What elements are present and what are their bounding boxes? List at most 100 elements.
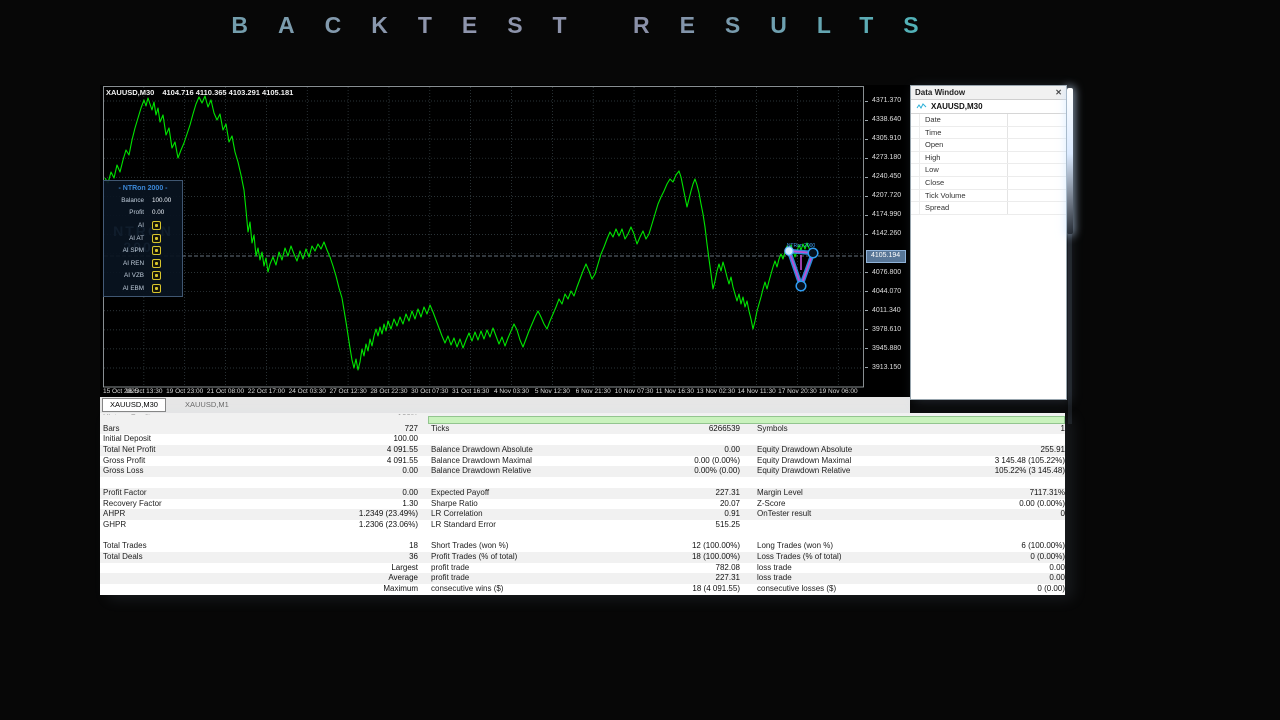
report-label [754,531,982,542]
data-window-field-label: Time [925,127,941,139]
report-value: 0.00 [338,466,418,477]
chart-tab-strip: XAUUSD,M30 XAUUSD,M1 [100,397,910,413]
report-label [428,413,658,415]
report-value: 105.22% (3 145.48) [982,466,1065,477]
close-icon[interactable]: ✕ [1055,88,1062,98]
tab-xauusd-m1[interactable]: XAUUSD,M1 [178,399,236,411]
report-value: 1 [982,424,1065,435]
data-window-field-row: Tick Volume [911,190,1066,203]
data-window-symbol-row: XAUUSD,M30 [911,100,1066,114]
data-window-title: Data Window [915,88,965,97]
report-row: Gross Loss0.00Balance Drawdown Relative0… [100,466,1065,477]
report-value: 0.00 (0.00%) [658,456,740,467]
data-window-field-row: Close [911,177,1066,190]
report-label: LR Correlation [428,509,658,520]
report-value: 7117.31% [982,488,1065,499]
report-value: 0.00 [982,563,1065,574]
report-value: 100% [338,413,418,415]
time-axis-label: 19 Oct 23:00 [166,388,203,395]
scrollbar-glow-lower [1068,234,1072,424]
report-label: Bars [100,424,338,435]
marker-node-topleft [785,247,793,255]
report-label: Z-Score [754,499,982,510]
report-label: LR Standard Error [428,520,658,531]
report-value: 0 (0.00) [982,584,1065,595]
report-value: 0.00% (0.00) [658,466,740,477]
ai-toggle-icon[interactable] [152,271,161,280]
report-value: 100.00 [338,434,418,445]
price-axis-label: 4305.910 [865,135,901,143]
price-chart-plot[interactable]: NTRon 2000 [100,85,865,397]
report-label [100,531,338,542]
ai-toggle-icon[interactable] [152,246,161,255]
report-label: loss trade [754,573,982,584]
report-label: Balance Drawdown Maximal [428,456,658,467]
price-series-line [105,96,815,370]
report-row: Maximumconsecutive wins ($)18 (4 091.55)… [100,584,1065,595]
report-label [100,477,338,488]
time-axis-label: 30 Oct 07:30 [411,388,448,395]
price-axis-label: 4207.720 [865,192,901,200]
report-value: 20.07 [658,499,740,510]
report-value [338,531,418,542]
price-axis-label: 4011.340 [865,307,901,315]
time-axis-label: 13 Nov 02:30 [696,388,735,395]
report-label: Total Net Profit [100,445,338,456]
report-value [982,520,1065,531]
report-label [100,563,338,574]
report-value: 6 (100.00%) [982,541,1065,552]
report-value: 0.00 [982,573,1065,584]
report-label: Sharpe Ratio [428,499,658,510]
report-row: History Quality100% [100,413,1065,424]
ea-field-label: Profit [104,209,144,216]
report-label: Total Deals [100,552,338,563]
ai-module-label: AI [104,222,144,229]
report-label: AHPR [100,509,338,520]
report-label: Ticks [428,424,658,435]
tab-xauusd-m30[interactable]: XAUUSD,M30 [102,398,166,412]
ai-toggle-icon[interactable] [152,221,161,230]
time-axis-label: 24 Oct 03:30 [289,388,326,395]
report-row: Total Deals36Profit Trades (% of total)1… [100,552,1065,563]
ntron-logo-marker: NTRon 2000 [785,243,818,291]
time-axis-label: 11 Nov 16:30 [656,388,694,395]
ai-toggle-icon[interactable] [152,284,161,293]
report-value: 0.00 [338,488,418,499]
data-window-field-row: Spread [911,202,1066,215]
data-window-field-label: High [925,152,940,164]
time-axis-label: 10 Nov 07:30 [615,388,654,395]
report-label [428,434,658,445]
report-label: profit trade [428,563,658,574]
data-window-field-row: Low [911,164,1066,177]
price-axis-label: 4044.070 [865,288,901,296]
data-window-field-label: Close [925,177,944,189]
report-row: Profit Factor0.00Expected Payoff227.31Ma… [100,488,1065,499]
current-price-tag: 4105.194 [866,250,906,263]
report-value: 0.00 (0.00%) [982,499,1065,510]
price-axis-label: 4240.450 [865,173,901,181]
report-label: Equity Drawdown Absolute [754,445,982,456]
history-quality-progress-bar [428,416,1065,424]
report-value: 18 (4 091.55) [658,584,740,595]
ai-toggle-icon[interactable] [152,259,161,268]
data-window-titlebar: Data Window ✕ [911,86,1066,100]
marker-node-topright [808,248,818,258]
price-axis-label: 4371.370 [865,97,901,105]
data-window-field-row: Open [911,139,1066,152]
report-value: 0 (0.00%) [982,552,1065,563]
ai-toggle-icon[interactable] [152,234,161,243]
report-value: 782.08 [658,563,740,574]
scrollbar-glow[interactable] [1067,88,1073,234]
report-value: 0 [982,509,1065,520]
report-value: 6266539 [658,424,740,435]
report-label: Initial Deposit [100,434,338,445]
chart-symbol-label: XAUUSD,M30 [106,88,154,97]
ntron-panel-title: - NTRon 2000 - [104,185,182,192]
report-label: OnTester result [754,509,982,520]
backtest-results-page: BACKTEST RESULTS NTRon 2000 XAUUSD,M30 4… [0,0,1280,720]
report-value: Average [338,573,418,584]
price-axis: 4105.194 4371.3704338.6404305.9104273.18… [865,85,910,397]
report-label: Expected Payoff [428,488,658,499]
time-axis-label: 19 Nov 06:00 [819,388,858,395]
report-label: profit trade [428,573,658,584]
